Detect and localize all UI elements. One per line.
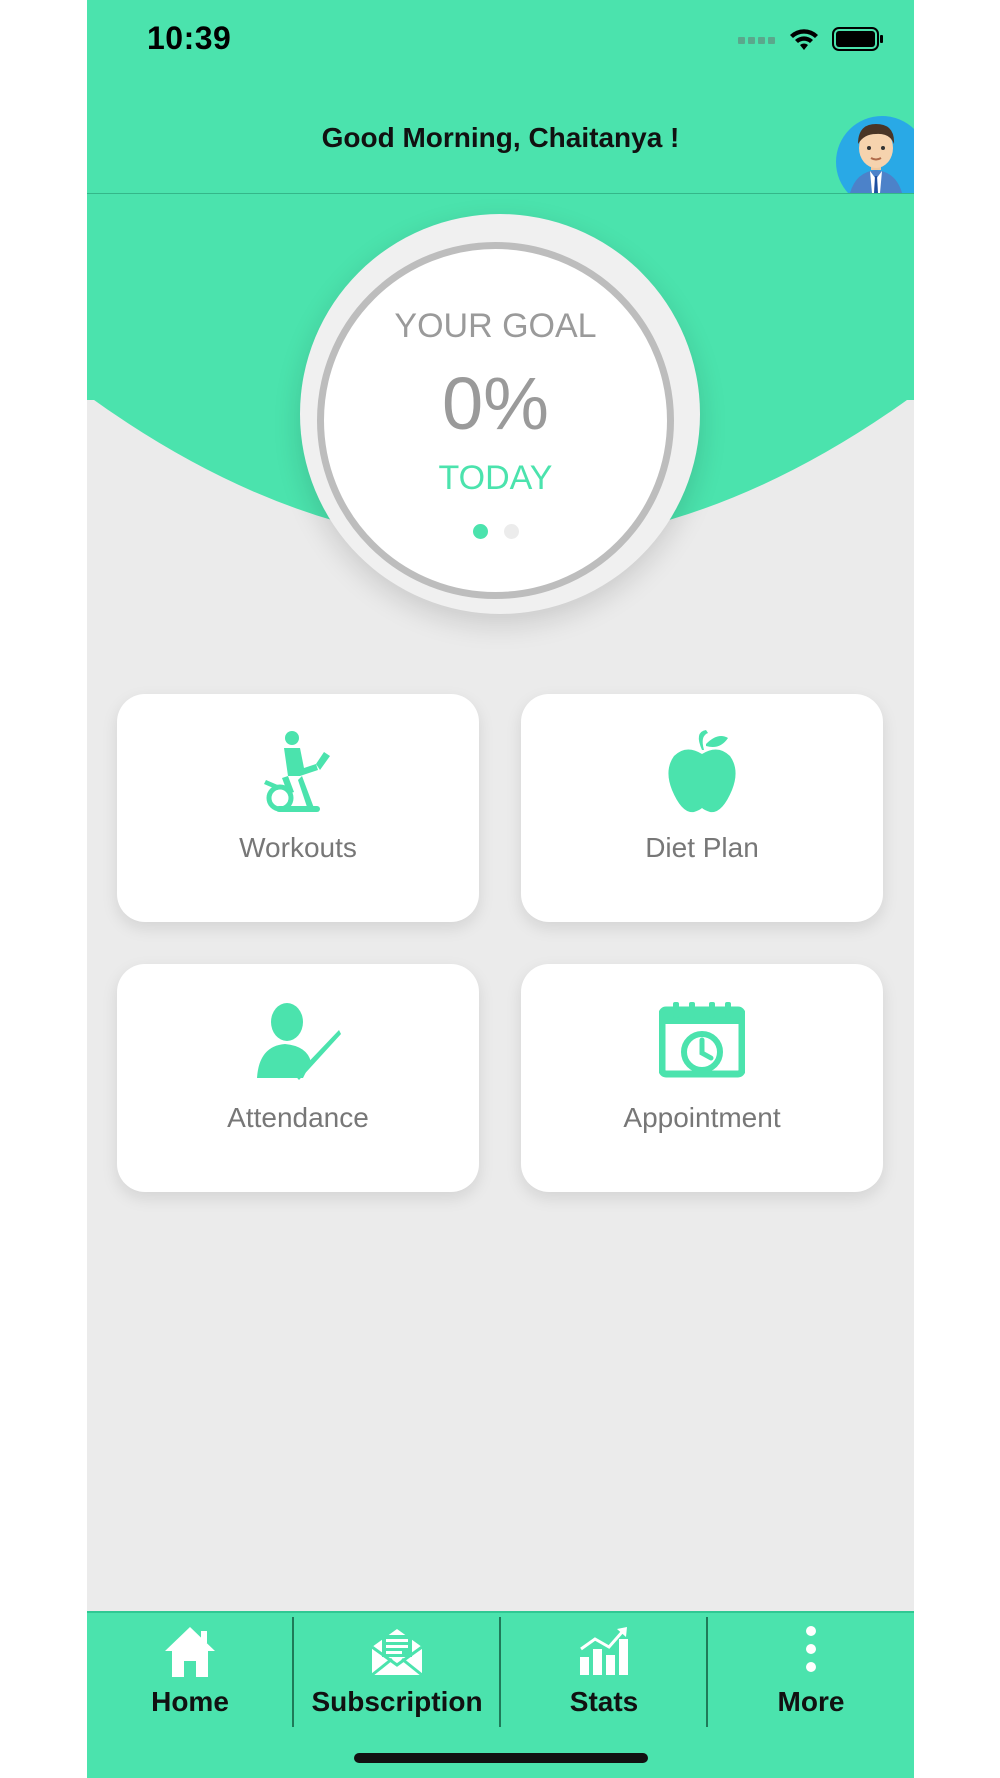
tab-subscription[interactable]: Subscription [294,1613,500,1725]
bar-chart-icon [580,1627,628,1675]
apple-icon [668,730,736,813]
attendance-label: Attendance [227,1102,369,1133]
status-bar: 10:39 [87,0,914,80]
status-icons [738,26,884,52]
page-dot[interactable] [503,524,519,539]
workouts-card[interactable]: Workouts [117,694,479,922]
exercise-bike-icon [264,731,330,812]
tab-stats[interactable]: Stats [501,1613,707,1725]
page-indicator [324,524,667,539]
attendance-card[interactable]: Attendance [117,964,479,1192]
more-vertical-icon [806,1626,816,1672]
status-time: 10:39 [147,20,232,56]
wifi-icon [790,29,818,50]
appointment-card[interactable]: Appointment [521,964,883,1192]
page-dot-active[interactable] [472,524,488,539]
workouts-label: Workouts [239,832,357,863]
goal-progress-ring: YOUR GOAL 0% TODAY [317,242,674,599]
greeting-title: Good Morning, Chaitanya ! [321,122,680,153]
goal-label: YOUR GOAL [394,307,597,345]
appointment-label: Appointment [623,1102,781,1133]
goal-value: 0% [442,362,549,445]
tab-more[interactable]: More [708,1613,914,1725]
goal-period: TODAY [438,459,553,497]
tab-home[interactable]: Home [87,1613,293,1725]
tab-subscription-label: Subscription [311,1686,483,1717]
tab-more-label: More [777,1686,845,1717]
cellular-signal-icon [738,37,775,44]
goal-widget[interactable]: YOUR GOAL 0% TODAY [300,214,700,614]
user-avatar-icon [836,116,914,193]
battery-icon [832,27,883,51]
app-header: Good Morning, Chaitanya ! [87,80,914,194]
person-check-icon [257,1003,341,1080]
diet-plan-card[interactable]: Diet Plan [521,694,883,922]
envelope-icon [371,1629,423,1677]
home-icon [165,1627,215,1677]
home-indicator[interactable] [354,1753,648,1763]
tab-home-label: Home [151,1686,229,1717]
calendar-clock-icon [659,1002,745,1078]
home-screen: 10:39 Good Morning, Chaitanya ! YOUR GOA… [87,0,914,1778]
diet-plan-label: Diet Plan [645,832,759,863]
avatar[interactable] [836,116,914,193]
tab-stats-label: Stats [569,1686,639,1717]
